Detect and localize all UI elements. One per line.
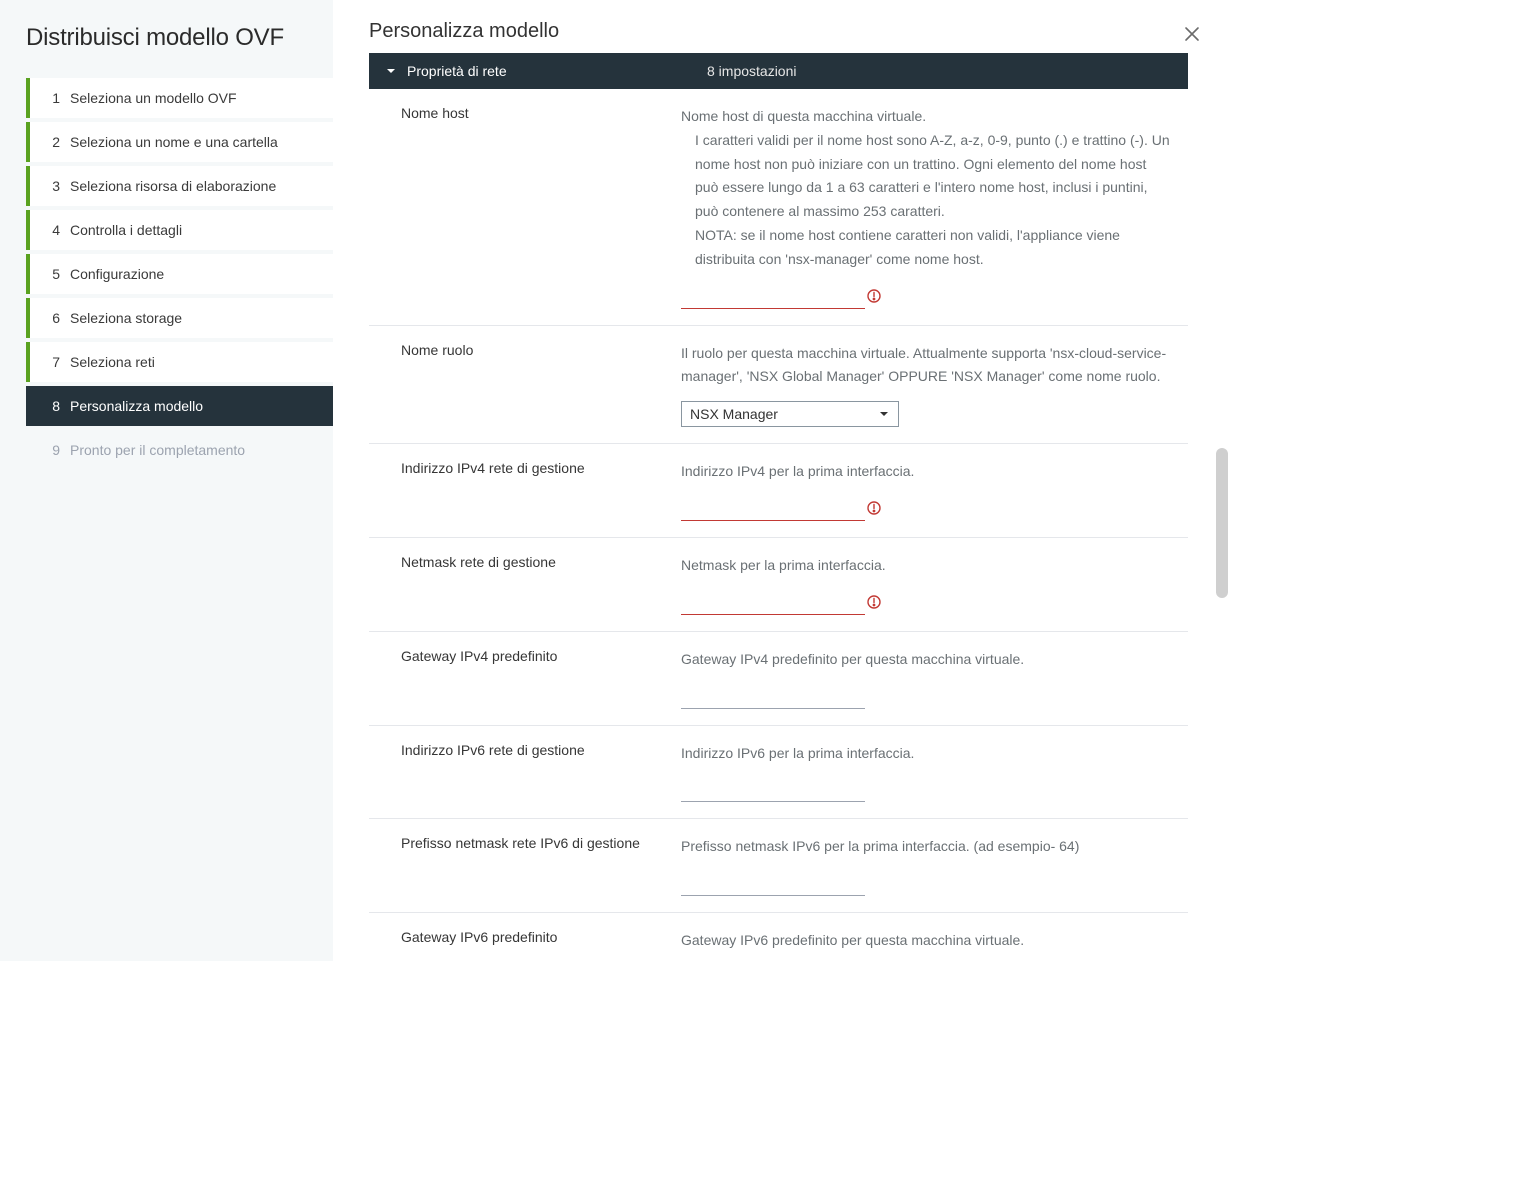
wizard-steps: 1Seleziona un modello OVF2Seleziona un n…	[0, 78, 333, 470]
error-icon	[867, 501, 881, 515]
wizard-step-5[interactable]: 5Configurazione	[26, 254, 333, 294]
scrollbar-thumb[interactable]	[1216, 448, 1228, 598]
step-number: 8	[42, 398, 60, 414]
ipv6prefix-label: Prefisso netmask rete IPv6 di gestione	[401, 835, 681, 896]
wizard-step-1[interactable]: 1Seleziona un modello OVF	[26, 78, 333, 118]
ipv4mask-label: Netmask rete di gestione	[401, 554, 681, 615]
rolename-value: NSX Manager	[690, 406, 778, 422]
step-label: Seleziona risorsa di elaborazione	[60, 178, 276, 194]
ipv4gw-label: Gateway IPv4 predefinito	[401, 648, 681, 709]
row-ipv6addr: Indirizzo IPv6 rete di gestione Indirizz…	[369, 726, 1188, 820]
row-ipv6prefix: Prefisso netmask rete IPv6 di gestione P…	[369, 819, 1188, 913]
ipv4addr-input[interactable]	[681, 496, 865, 521]
wizard-step-8[interactable]: 8Personalizza modello	[26, 386, 333, 426]
row-ipv4mask: Netmask rete di gestione Netmask per la …	[369, 538, 1188, 632]
rolename-desc: Il ruolo per questa macchina virtuale. A…	[681, 342, 1172, 390]
chevron-down-icon	[878, 408, 890, 420]
wizard-title: Distribuisci modello OVF	[0, 10, 333, 78]
step-label: Controlla i dettagli	[60, 222, 182, 238]
rolename-label: Nome ruolo	[401, 342, 681, 428]
ipv6gw-label: Gateway IPv6 predefinito	[401, 929, 681, 961]
wizard-sidebar: Distribuisci modello OVF 1Seleziona un m…	[0, 0, 333, 961]
ipv4gw-desc: Gateway IPv4 predefinito per questa macc…	[681, 648, 1172, 672]
ipv6prefix-desc: Prefisso netmask IPv6 per la prima inter…	[681, 835, 1172, 859]
step-label: Configurazione	[60, 266, 164, 282]
step-label: Pronto per il completamento	[60, 442, 245, 458]
ipv6addr-desc: Indirizzo IPv6 per la prima interfaccia.	[681, 742, 1172, 766]
step-number: 5	[42, 266, 60, 282]
step-number: 4	[42, 222, 60, 238]
step-label: Seleziona reti	[60, 354, 155, 370]
wizard-step-6[interactable]: 6Seleziona storage	[26, 298, 333, 338]
wizard-step-3[interactable]: 3Seleziona risorsa di elaborazione	[26, 166, 333, 206]
step-number: 2	[42, 134, 60, 150]
error-icon	[867, 289, 881, 303]
section-network-title: Proprietà di rete	[407, 63, 707, 79]
rolename-select[interactable]: NSX Manager	[681, 401, 899, 427]
step-number: 6	[42, 310, 60, 326]
wizard-step-2[interactable]: 2Seleziona un nome e una cartella	[26, 122, 333, 162]
hostname-input[interactable]	[681, 284, 865, 309]
wizard-step-9: 9Pronto per il completamento	[26, 430, 333, 470]
step-label: Seleziona un modello OVF	[60, 90, 237, 106]
wizard-step-7[interactable]: 7Seleziona reti	[26, 342, 333, 382]
chevron-down-icon	[385, 65, 397, 77]
ipv6addr-label: Indirizzo IPv6 rete di gestione	[401, 742, 681, 803]
ipv6prefix-input[interactable]	[681, 871, 865, 896]
row-rolename: Nome ruolo Il ruolo per questa macchina …	[369, 326, 1188, 445]
step-number: 1	[42, 90, 60, 106]
section-network-header[interactable]: Proprietà di rete 8 impostazioni	[369, 53, 1188, 89]
ipv4addr-label: Indirizzo IPv4 rete di gestione	[401, 460, 681, 521]
ipv6gw-desc: Gateway IPv6 predefinito per questa macc…	[681, 929, 1172, 953]
ipv6addr-input[interactable]	[681, 777, 865, 802]
hostname-desc1: Nome host di questa macchina virtuale.	[681, 108, 926, 124]
step-number: 3	[42, 178, 60, 194]
form-scroll-area[interactable]: Proprietà di rete 8 impostazioni Nome ho…	[333, 53, 1224, 961]
hostname-label: Nome host	[401, 105, 681, 309]
row-ipv4addr: Indirizzo IPv4 rete di gestione Indirizz…	[369, 444, 1188, 538]
step-number: 9	[42, 442, 60, 458]
step-label: Seleziona un nome e una cartella	[60, 134, 278, 150]
error-icon	[867, 595, 881, 609]
row-hostname: Nome host Nome host di questa macchina v…	[369, 89, 1188, 326]
wizard-step-4[interactable]: 4Controlla i dettagli	[26, 210, 333, 250]
section-network-count: 8 impostazioni	[707, 63, 797, 79]
page-title: Personalizza modello	[369, 20, 559, 42]
step-label: Seleziona storage	[60, 310, 182, 326]
ipv4gw-input[interactable]	[681, 684, 865, 709]
wizard-main: Personalizza modello Proprietà di rete 8…	[333, 0, 1224, 961]
hostname-desc2: I caratteri validi per il nome host sono…	[681, 129, 1172, 224]
ovf-deploy-wizard: Distribuisci modello OVF 1Seleziona un m…	[0, 0, 1224, 961]
row-ipv4gw: Gateway IPv4 predefinito Gateway IPv4 pr…	[369, 632, 1188, 726]
hostname-desc3: NOTA: se il nome host contiene caratteri…	[681, 224, 1172, 272]
ipv4addr-desc: Indirizzo IPv4 per la prima interfaccia.	[681, 460, 1172, 484]
close-button[interactable]	[1180, 22, 1204, 50]
row-ipv6gw: Gateway IPv6 predefinito Gateway IPv6 pr…	[369, 913, 1188, 961]
step-label: Personalizza modello	[60, 398, 203, 414]
ipv4mask-desc: Netmask per la prima interfaccia.	[681, 554, 1172, 578]
ipv4mask-input[interactable]	[681, 590, 865, 615]
step-number: 7	[42, 354, 60, 370]
